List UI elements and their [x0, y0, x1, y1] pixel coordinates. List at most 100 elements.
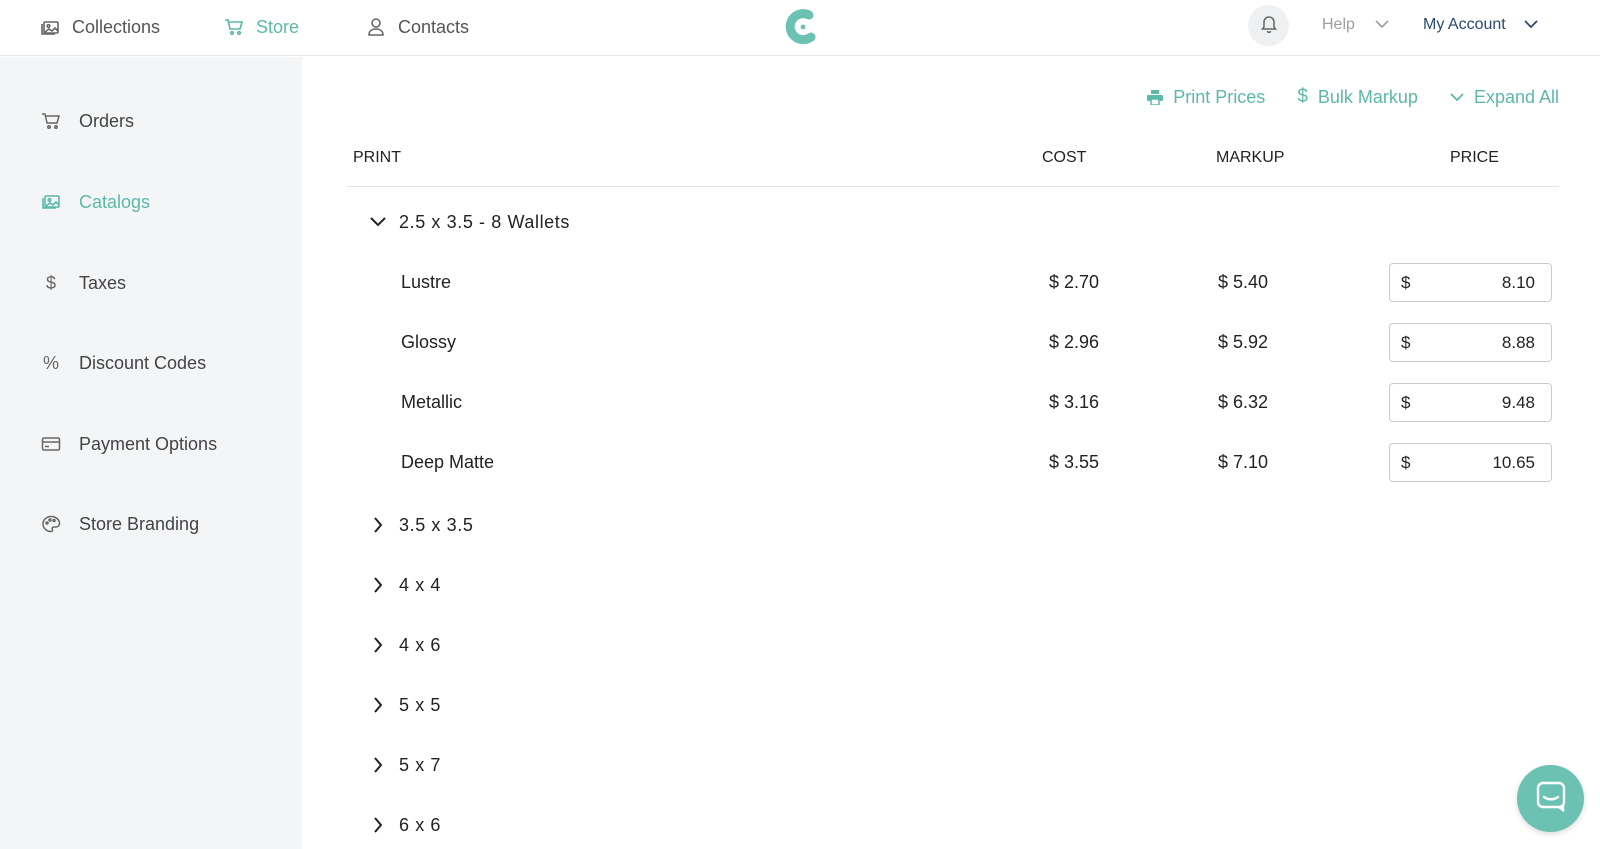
- chevron-right-icon: [369, 816, 387, 834]
- collections-icon: [40, 17, 60, 37]
- brand-logo[interactable]: [783, 7, 819, 45]
- price-field[interactable]: $: [1389, 383, 1552, 422]
- print-group-label: 3.5 x 3.5: [399, 514, 474, 535]
- pricing-table-header: PRINT COST MARKUP PRICE: [347, 137, 1559, 187]
- account-label: My Account: [1423, 16, 1506, 33]
- top-navigation-bar: Collections Store Contacts Help My Accou…: [0, 0, 1600, 56]
- print-group-row[interactable]: 3.5 x 3.5: [347, 505, 1559, 545]
- person-icon: [366, 17, 386, 37]
- chevron-down-icon: [369, 213, 387, 231]
- chevron-right-icon: [369, 636, 387, 654]
- sidebar-item-label: Store Branding: [79, 513, 200, 534]
- column-header-print: PRINT: [353, 149, 401, 166]
- print-group-label: 5 x 7: [399, 754, 442, 775]
- price-input[interactable]: [1410, 452, 1535, 473]
- price-input[interactable]: [1410, 272, 1535, 293]
- help-label: Help: [1322, 16, 1355, 33]
- table-row: Metallic $ 3.16 $ 6.32 $: [347, 383, 1559, 423]
- nav-store[interactable]: Store: [224, 0, 299, 54]
- percent-icon: %: [42, 352, 59, 373]
- nav-contacts[interactable]: Contacts: [366, 0, 469, 54]
- chevron-right-icon: [369, 696, 387, 714]
- print-group-label: 6 x 6: [399, 814, 442, 835]
- print-group-row[interactable]: 4 x 4: [347, 565, 1559, 605]
- column-header-markup: MARKUP: [1216, 149, 1285, 166]
- print-group-row[interactable]: 5 x 5: [347, 685, 1559, 725]
- nav-contacts-label: Contacts: [398, 16, 470, 37]
- print-group-label: 4 x 6: [399, 634, 442, 655]
- palette-icon: [40, 513, 62, 535]
- print-finish-name: Deep Matte: [401, 452, 495, 472]
- cost-value: $ 3.55: [1049, 452, 1100, 472]
- sidebar-item-store-branding[interactable]: Store Branding: [40, 509, 199, 539]
- pricing-toolbar: Print Prices $ Bulk Markup Expand All: [1115, 85, 1559, 109]
- table-row: Glossy $ 2.96 $ 5.92 $: [347, 323, 1559, 363]
- chat-icon: [1535, 780, 1567, 817]
- print-group-row[interactable]: 2.5 x 3.5 - 8 Wallets: [347, 202, 1559, 242]
- sidebar-item-discount-codes[interactable]: % Discount Codes: [40, 348, 206, 378]
- account-dropdown[interactable]: My Account: [1423, 0, 1538, 50]
- notifications-button[interactable]: [1248, 5, 1289, 46]
- table-row: Deep Matte $ 3.55 $ 7.10 $: [347, 443, 1559, 483]
- credit-card-icon: [40, 433, 62, 455]
- chevron-down-icon: [1524, 16, 1538, 34]
- markup-value: $ 5.40: [1218, 272, 1269, 292]
- print-group-label: 5 x 5: [399, 694, 442, 715]
- price-field[interactable]: $: [1389, 263, 1552, 302]
- table-row: Lustre $ 2.70 $ 5.40 $: [347, 263, 1559, 303]
- catalog-icon: [40, 191, 62, 213]
- sidebar-item-label: Discount Codes: [79, 352, 207, 373]
- chevron-right-icon: [369, 756, 387, 774]
- dollar-icon: $: [45, 272, 56, 293]
- markup-value: $ 6.32: [1218, 392, 1269, 412]
- chevron-right-icon: [369, 516, 387, 534]
- price-field[interactable]: $: [1389, 443, 1552, 482]
- sidebar-item-taxes[interactable]: $ Taxes: [40, 268, 126, 298]
- sidebar-item-label: Taxes: [79, 272, 127, 293]
- bulk-markup-button[interactable]: $ Bulk Markup: [1297, 86, 1418, 108]
- sidebar-item-payment-options[interactable]: Payment Options: [40, 429, 217, 459]
- sidebar-item-orders[interactable]: Orders: [40, 106, 134, 136]
- chat-launcher-button[interactable]: [1517, 765, 1584, 832]
- bell-icon: [1260, 14, 1278, 38]
- print-finish-name: Glossy: [401, 332, 457, 352]
- sidebar-item-catalogs[interactable]: Catalogs: [40, 187, 150, 217]
- nav-collections-label: Collections: [72, 16, 161, 37]
- print-prices-label: Print Prices: [1173, 86, 1266, 107]
- chevron-down-icon: [1450, 92, 1464, 102]
- dollar-icon: $: [1297, 86, 1308, 107]
- cost-value: $ 2.96: [1049, 332, 1100, 352]
- print-group-row[interactable]: 4 x 6: [347, 625, 1559, 665]
- price-field[interactable]: $: [1389, 323, 1552, 362]
- print-group-label: 2.5 x 3.5 - 8 Wallets: [399, 211, 570, 232]
- chevron-right-icon: [369, 576, 387, 594]
- print-group-label: 4 x 4: [399, 574, 442, 595]
- cost-value: $ 2.70: [1049, 272, 1100, 292]
- nav-collections[interactable]: Collections: [40, 0, 160, 54]
- currency-symbol: $: [1401, 452, 1411, 472]
- bulk-markup-label: Bulk Markup: [1317, 86, 1418, 107]
- sidebar-item-label: Orders: [79, 110, 135, 131]
- chevron-down-icon: [1375, 16, 1389, 34]
- print-group-row[interactable]: 5 x 7: [347, 745, 1559, 785]
- markup-value: $ 5.92: [1218, 332, 1269, 352]
- expand-all-label: Expand All: [1473, 86, 1559, 107]
- sidebar: Orders Catalogs $ Taxes % Discount Codes…: [0, 57, 302, 849]
- expand-all-button[interactable]: Expand All: [1450, 87, 1559, 108]
- column-header-price: PRICE: [1450, 149, 1499, 166]
- markup-value: $ 7.10: [1218, 452, 1269, 472]
- cart-icon: [224, 17, 244, 37]
- nav-store-label: Store: [256, 16, 300, 37]
- column-header-cost: COST: [1042, 149, 1087, 166]
- help-dropdown[interactable]: Help: [1322, 0, 1389, 50]
- currency-symbol: $: [1401, 272, 1411, 292]
- print-finish-name: Metallic: [401, 392, 463, 412]
- print-group-row[interactable]: 6 x 6: [347, 805, 1559, 845]
- print-finish-name: Lustre: [401, 272, 452, 292]
- price-input[interactable]: [1410, 392, 1535, 413]
- printer-icon: [1147, 89, 1164, 105]
- sidebar-item-label: Catalogs: [79, 191, 151, 212]
- catalog-pricing-panel: Print Prices $ Bulk Markup Expand All PR…: [302, 57, 1600, 849]
- print-prices-button[interactable]: Print Prices: [1147, 87, 1265, 108]
- price-input[interactable]: [1410, 332, 1535, 353]
